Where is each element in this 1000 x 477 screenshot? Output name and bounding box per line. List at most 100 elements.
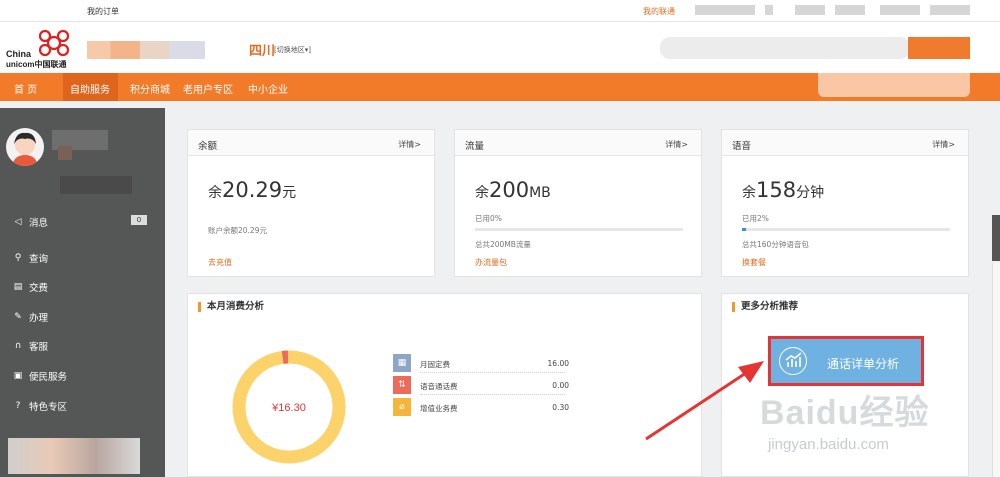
unicom-logo[interactable]: China unicom中国联通: [6, 29, 76, 70]
sidebar-item-label: 便民服务: [29, 372, 68, 383]
amount-value: 20.29: [222, 178, 283, 202]
balance-amount: 余20.29元: [208, 178, 296, 202]
legend-item-voice-fee: ⇅ 语音通话费 0.00: [393, 376, 571, 394]
voice-card: 语音 详情> 余158分钟 已用2% 总共160分钟语音包 换套餐: [721, 129, 969, 277]
details-link[interactable]: 详情>: [398, 139, 421, 150]
nav-item-home[interactable]: 首 页: [14, 81, 37, 96]
baidu-watermark-url: jingyan.baidu.com: [768, 436, 889, 453]
nav-item-smb[interactable]: 中小企业: [248, 81, 288, 96]
blurred-link: [880, 5, 920, 15]
bill-icon: ▤: [13, 282, 23, 292]
voice-progress-bar: [742, 228, 950, 231]
top-bar: 我的订单 我的联通: [0, 0, 1000, 22]
nav-item-self-service[interactable]: 自助服务: [70, 81, 110, 96]
user-avatar-icon: [12, 132, 38, 166]
legend-value: 0.30: [552, 403, 569, 412]
traffic-detail: 总共200MB流量: [475, 240, 531, 249]
scrollbar-track[interactable]: [992, 263, 1000, 477]
header: China unicom中国联通 四川 [切换地区▾]: [0, 22, 1000, 73]
traffic-used: 已用0%: [475, 214, 502, 223]
question-icon: ?: [15, 401, 21, 411]
amount-value: 158: [756, 178, 797, 202]
headset-icon: ∩: [14, 341, 22, 351]
chart-icon: [779, 347, 807, 375]
search-icon: ⚲: [14, 253, 22, 263]
sidebar-item-payment[interactable]: ▤ 交费: [13, 280, 48, 294]
amount-prefix: 余: [208, 185, 222, 201]
sidebar: ◁ 消息 0 ⚲ 查询 ▤ 交费 ✎ 办理 ∩ 客服 ▣ 便民服务 ? 特色专区: [0, 108, 165, 477]
voice-detail: 总共160分钟语音包: [742, 240, 809, 249]
sidebar-item-handle[interactable]: ✎ 办理: [13, 310, 48, 324]
legend-label: 月固定费: [420, 360, 450, 369]
region-switch[interactable]: [切换地区▾]: [274, 45, 311, 55]
region-name: 四川: [249, 44, 276, 59]
blurred-link: [795, 5, 825, 15]
balance-card: 余额 详情> 余20.29元 账户余额20.29元 去充值: [187, 129, 435, 277]
baidu-watermark: Baidu经验: [760, 394, 930, 432]
sidebar-item-label: 消息: [29, 218, 49, 229]
sidebar-item-label: 交费: [29, 283, 49, 294]
clip-icon: ⌀: [393, 398, 411, 416]
consumption-card: 本月消费分析 ¥16.30 ▦ 月固定费 16.00 ⇅ 语音通话费 0.00 …: [187, 293, 702, 477]
amount-prefix: 余: [742, 185, 756, 201]
logo-text-china: China: [6, 49, 32, 59]
sidebar-item-label: 特色专区: [29, 402, 68, 413]
search-input[interactable]: [660, 37, 910, 59]
card-title: 流量: [465, 141, 485, 152]
blurred-link: [930, 5, 970, 15]
card-header: 余额 详情>: [188, 130, 434, 156]
balance-detail: 账户余额20.29元: [208, 226, 267, 235]
card-header: 流量 详情>: [455, 130, 701, 156]
traffic-progress-bar: [475, 228, 683, 231]
legend-value: 0.00: [552, 381, 569, 390]
nav-item-old-users[interactable]: 老用户专区: [183, 81, 233, 96]
legend-item-vas-fee: ⌀ 增值业务费 0.30: [393, 398, 571, 416]
sidebar-item-support[interactable]: ∩ 客服: [13, 339, 48, 353]
sidebar-item-label: 办理: [29, 313, 49, 324]
side-floating-tab[interactable]: [992, 215, 1000, 261]
legend-label: 语音通话费: [420, 382, 458, 391]
details-link[interactable]: 详情>: [932, 139, 955, 150]
recharge-link[interactable]: 去充值: [208, 257, 232, 268]
legend-item-monthly-fee: ▦ 月固定费 16.00: [393, 354, 571, 372]
sidebar-item-query[interactable]: ⚲ 查询: [13, 251, 48, 265]
amount-unit: 分钟: [796, 185, 825, 201]
change-plan-link[interactable]: 换套餐: [742, 257, 766, 268]
divider: [420, 372, 565, 373]
donut-total: ¥16.30: [271, 402, 306, 414]
sidebar-item-special[interactable]: ? 特色专区: [13, 399, 67, 413]
blurred-account: [87, 41, 205, 59]
chart-icon-graphic: [785, 352, 802, 367]
nav-item-points-mall[interactable]: 积分商城: [130, 81, 170, 96]
amount-unit: 元: [282, 185, 297, 201]
speaker-icon: ◁: [14, 217, 22, 227]
logo-text-unicom: unicom中国联通: [6, 60, 67, 69]
sidebar-item-label: 查询: [29, 254, 49, 265]
details-link[interactable]: 详情>: [665, 139, 688, 150]
card-header: 语音 详情>: [722, 130, 968, 156]
bag-icon: ▣: [13, 371, 23, 381]
my-orders-link[interactable]: 我的订单: [87, 6, 119, 17]
sidebar-item-convenience[interactable]: ▣ 便民服务: [13, 369, 67, 383]
search-button[interactable]: [908, 37, 970, 59]
amount-prefix: 余: [475, 185, 489, 201]
divider: [420, 394, 565, 395]
call-detail-analysis-button[interactable]: 通话详单分析: [768, 336, 924, 386]
voice-used: 已用2%: [742, 214, 769, 223]
avatar[interactable]: [6, 128, 44, 166]
blurred-link: [835, 5, 865, 15]
traffic-card: 流量 详情> 余200MB 已用0% 总共200MB流量 办流量包: [454, 129, 702, 277]
my-unicom-link[interactable]: 我的联通: [643, 6, 675, 17]
sidebar-item-messages[interactable]: ◁ 消息: [13, 215, 48, 229]
blurred-username: [58, 146, 72, 160]
message-count-badge: 0: [131, 215, 147, 225]
amount-unit: MB: [529, 185, 551, 201]
card-title: 余额: [198, 141, 218, 152]
calendar-icon: ▦: [393, 354, 411, 372]
sidebar-item-label: 客服: [29, 342, 49, 353]
call-icon: ⇅: [393, 376, 411, 394]
card-title: 语音: [732, 141, 752, 152]
unicom-knot-icon: [38, 29, 70, 57]
blurred-panel: [818, 73, 970, 97]
buy-traffic-link[interactable]: 办流量包: [475, 257, 507, 268]
